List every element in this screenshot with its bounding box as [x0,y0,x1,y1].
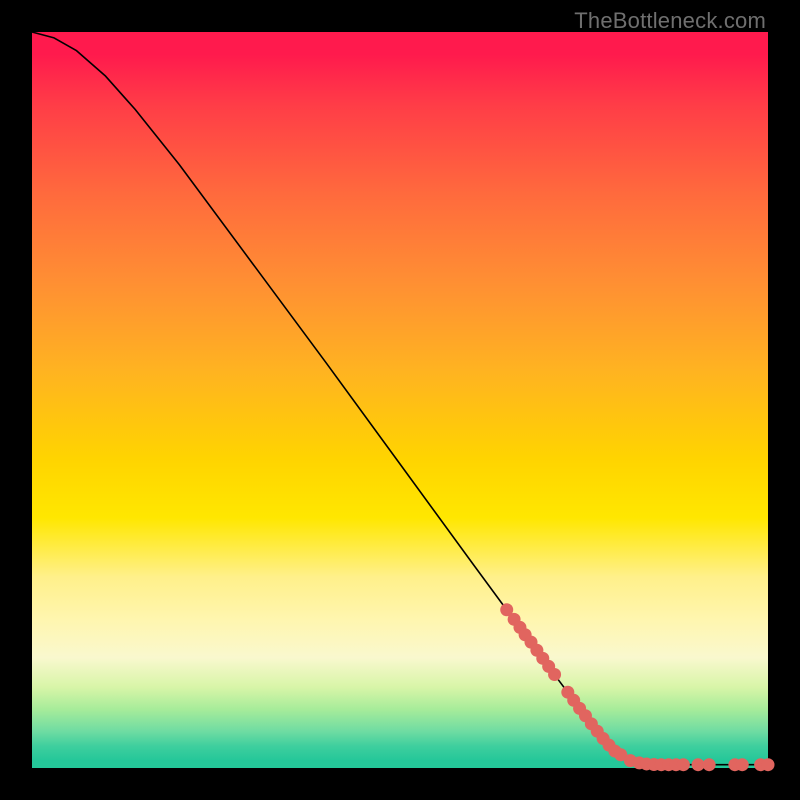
highlight-point [736,758,749,771]
highlight-point [703,758,716,771]
highlight-point [762,758,775,771]
attribution-text: TheBottleneck.com [574,8,766,34]
chart-plot-area [32,32,768,768]
chart-curve [32,32,768,765]
highlight-point [677,758,690,771]
chart-overlay [32,32,768,768]
chart-highlight-points [500,603,774,771]
highlight-point [548,668,561,681]
